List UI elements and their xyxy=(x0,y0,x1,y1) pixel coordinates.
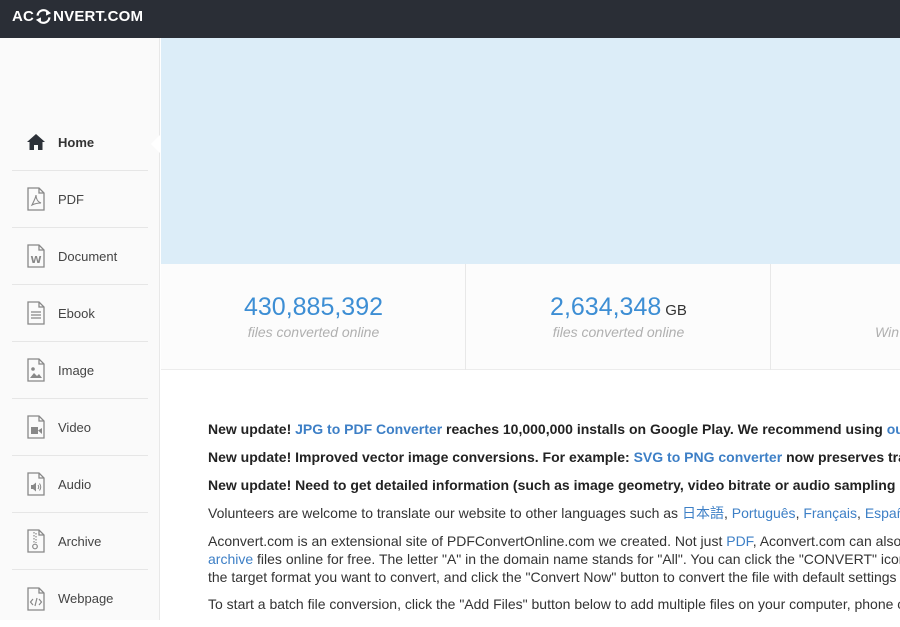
lang-link-french[interactable]: Français xyxy=(803,505,857,521)
ebook-icon xyxy=(24,301,48,325)
sidebar-item-audio[interactable]: Audio xyxy=(12,456,148,513)
sidebar-item-image[interactable]: Image xyxy=(12,342,148,399)
main-content: New update! JPG to PDF Converter reaches… xyxy=(208,420,900,623)
update-notice-3: New update! Need to get detailed informa… xyxy=(208,476,900,495)
sidebar-item-label: Video xyxy=(58,419,92,435)
sidebar-item-label: Ebook xyxy=(58,305,95,321)
batch-paragraph: To start a batch file conversion, click … xyxy=(208,595,900,614)
volunteers-paragraph: Volunteers are welcome to translate our … xyxy=(208,504,900,523)
lang-link-japanese[interactable]: 日本語 xyxy=(682,505,724,521)
sidebar-item-label: Home xyxy=(58,134,95,150)
sidebar-item-webpage[interactable]: Webpage xyxy=(12,570,148,627)
audio-icon xyxy=(24,472,48,496)
pdf-icon xyxy=(24,187,48,211)
lang-link-spanish[interactable]: Españo xyxy=(865,505,900,521)
archive-icon xyxy=(24,529,48,553)
stat-unit: GB xyxy=(665,302,687,319)
logo-text-left: AC xyxy=(12,7,35,25)
about-text: files online for free. The letter "A" in… xyxy=(257,551,900,567)
sidebar-item-document[interactable]: W Document xyxy=(12,228,148,285)
about-paragraph: Aconvert.com is an extensional site of P… xyxy=(208,532,900,586)
convert-swirl-icon xyxy=(35,8,52,24)
lang-link-portuguese[interactable]: Português xyxy=(732,505,796,521)
sidebar-item-pdf[interactable]: PDF xyxy=(12,171,148,228)
stat-caption: files converted online xyxy=(247,324,380,340)
update-prefix: New update! xyxy=(208,421,292,437)
stat-caption: files converted online xyxy=(552,324,685,340)
stat-value: 2,634,348 xyxy=(550,293,662,321)
stat-value: 430,885,392 xyxy=(243,293,384,321)
sidebar-item-label: Audio xyxy=(58,476,92,492)
pdf-link[interactable]: PDF xyxy=(726,533,752,549)
sidebar-item-label: Webpage xyxy=(58,591,114,606)
stat-caption: Win xyxy=(875,324,899,340)
video-icon xyxy=(24,415,48,439)
sidebar-item-label: Document xyxy=(58,248,118,264)
update-prefix: New update! Improved vector image conver… xyxy=(208,449,630,465)
sidebar-item-label: PDF xyxy=(58,191,84,207)
logo-text-right: NVERT.COM xyxy=(53,7,144,25)
svg-text:W: W xyxy=(30,255,41,266)
svg-to-png-link[interactable]: SVG to PNG converter xyxy=(634,449,783,465)
our-app-link[interactable]: our ap xyxy=(887,421,900,437)
stat-files-converted: 430,885,392 files converted online xyxy=(161,264,466,370)
sidebar: Home PDF W Document Ebook Image Video Au… xyxy=(0,38,160,620)
jpg-to-pdf-link[interactable]: JPG to PDF Converter xyxy=(295,421,442,437)
active-indicator xyxy=(151,135,160,153)
stat-windows: Win xyxy=(771,264,900,370)
about-text: the target format you want to convert, a… xyxy=(208,569,897,585)
update-text: reaches 10,000,000 installs on Google Pl… xyxy=(446,421,883,437)
batch-text: To start a batch file conversion, click … xyxy=(208,596,900,612)
sidebar-item-archive[interactable]: Archive xyxy=(12,513,148,570)
update-text: now preserves tran xyxy=(786,449,900,465)
update-notice-1: New update! JPG to PDF Converter reaches… xyxy=(208,420,900,439)
volunteers-text: Volunteers are welcome to translate our … xyxy=(208,505,679,521)
image-icon xyxy=(24,358,48,382)
stats-bar: 430,885,392 files converted online 2,634… xyxy=(161,264,900,370)
sidebar-item-label: Archive xyxy=(58,533,102,549)
site-logo[interactable]: AC NVERT.COM xyxy=(12,6,143,26)
stat-data-converted: 2,634,348 GB files converted online xyxy=(466,264,771,370)
document-icon: W xyxy=(24,244,48,268)
top-bar: AC NVERT.COM xyxy=(0,0,900,38)
update-text: New update! Need to get detailed informa… xyxy=(208,477,900,493)
sidebar-item-video[interactable]: Video xyxy=(12,399,148,456)
sidebar-item-ebook[interactable]: Ebook xyxy=(12,285,148,342)
sidebar-item-home[interactable]: Home xyxy=(12,114,148,171)
about-text: Aconvert.com is an extensional site of P… xyxy=(208,533,723,549)
archive-link[interactable]: archive xyxy=(208,551,253,567)
webpage-icon xyxy=(24,586,48,611)
home-icon xyxy=(24,130,48,154)
update-notice-2: New update! Improved vector image conver… xyxy=(208,448,900,467)
sidebar-item-label: Image xyxy=(58,362,95,378)
hero-banner xyxy=(161,38,900,264)
about-text: , Aconvert.com can also co xyxy=(752,533,900,549)
